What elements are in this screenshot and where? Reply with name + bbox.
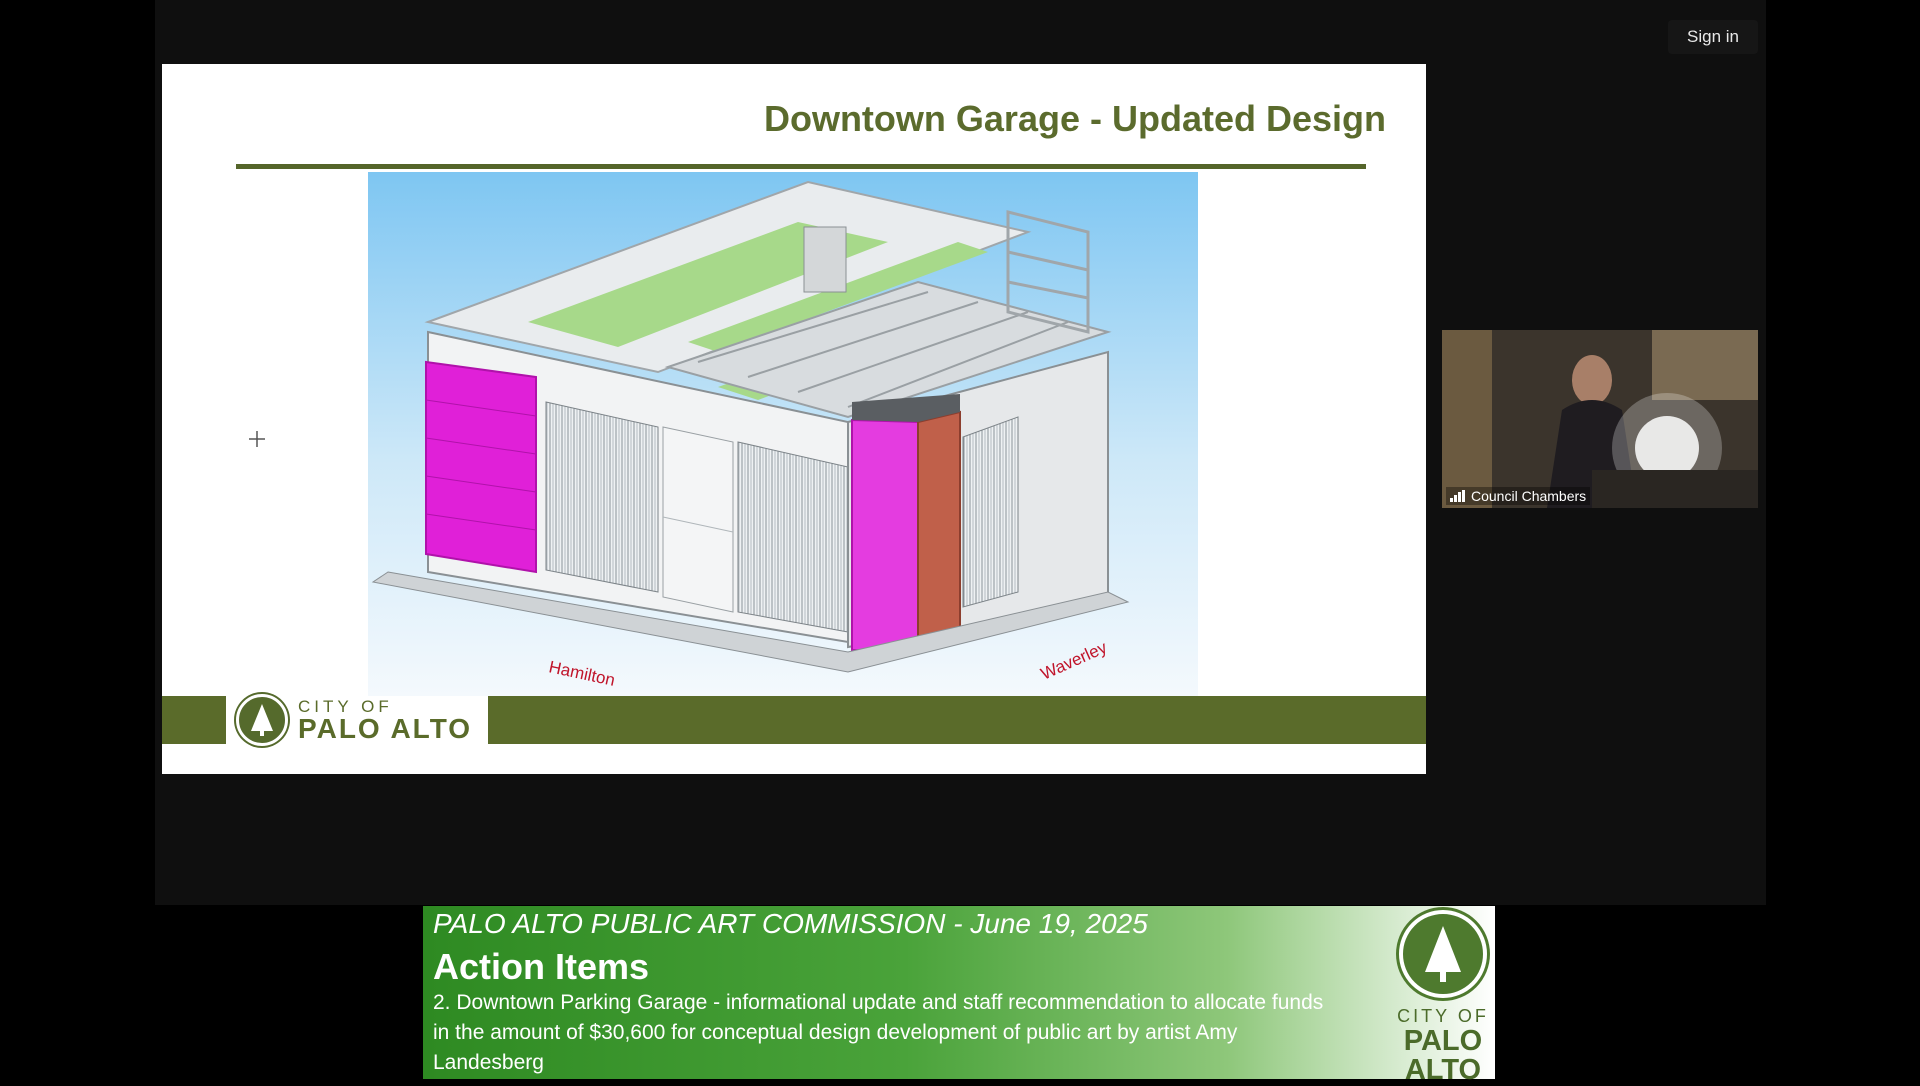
logo-city-text: CITY OF [298,696,393,716]
video-feed [1442,330,1758,508]
participant-name: Council Chambers [1471,488,1587,504]
tree-icon [236,694,288,746]
garage-rendering: Hamilton Waverley [368,172,1198,696]
slide-title: Downtown Garage - Updated Design [763,98,1386,139]
signal-strength-icon [1450,490,1465,502]
title-divider [236,164,1366,169]
banner-logo-name-line2: ALTO [1404,1054,1482,1086]
logo-name-text: PALO ALTO [298,712,473,744]
shared-slide: Downtown Garage - Updated Design Hamilto… [162,64,1426,774]
participant-video-tile[interactable]: Council Chambers [1442,330,1758,508]
meeting-info-banner: PALO ALTO PUBLIC ART COMMISSION - June 1… [423,906,1495,1085]
banner-subtitle: PALO ALTO PUBLIC ART COMMISSION - June 1… [433,908,1148,939]
participant-label: Council Chambers [1446,487,1591,505]
tree-icon [1399,910,1487,998]
crosshair-cursor-icon [249,431,265,447]
banner-logo-name-line1: PALO [1403,1025,1483,1057]
palo-alto-logo: CITY OF PALO ALTO [226,694,488,746]
banner-logo-city: CITY OF [1397,1006,1489,1026]
sign-in-button[interactable]: Sign in [1668,20,1758,54]
banner-city-logo: CITY OF PALO ALTO [1393,910,1493,1085]
banner-body-text: 2. Downtown Parking Garage - information… [433,991,1324,1074]
banner-heading: Action Items [433,946,650,987]
